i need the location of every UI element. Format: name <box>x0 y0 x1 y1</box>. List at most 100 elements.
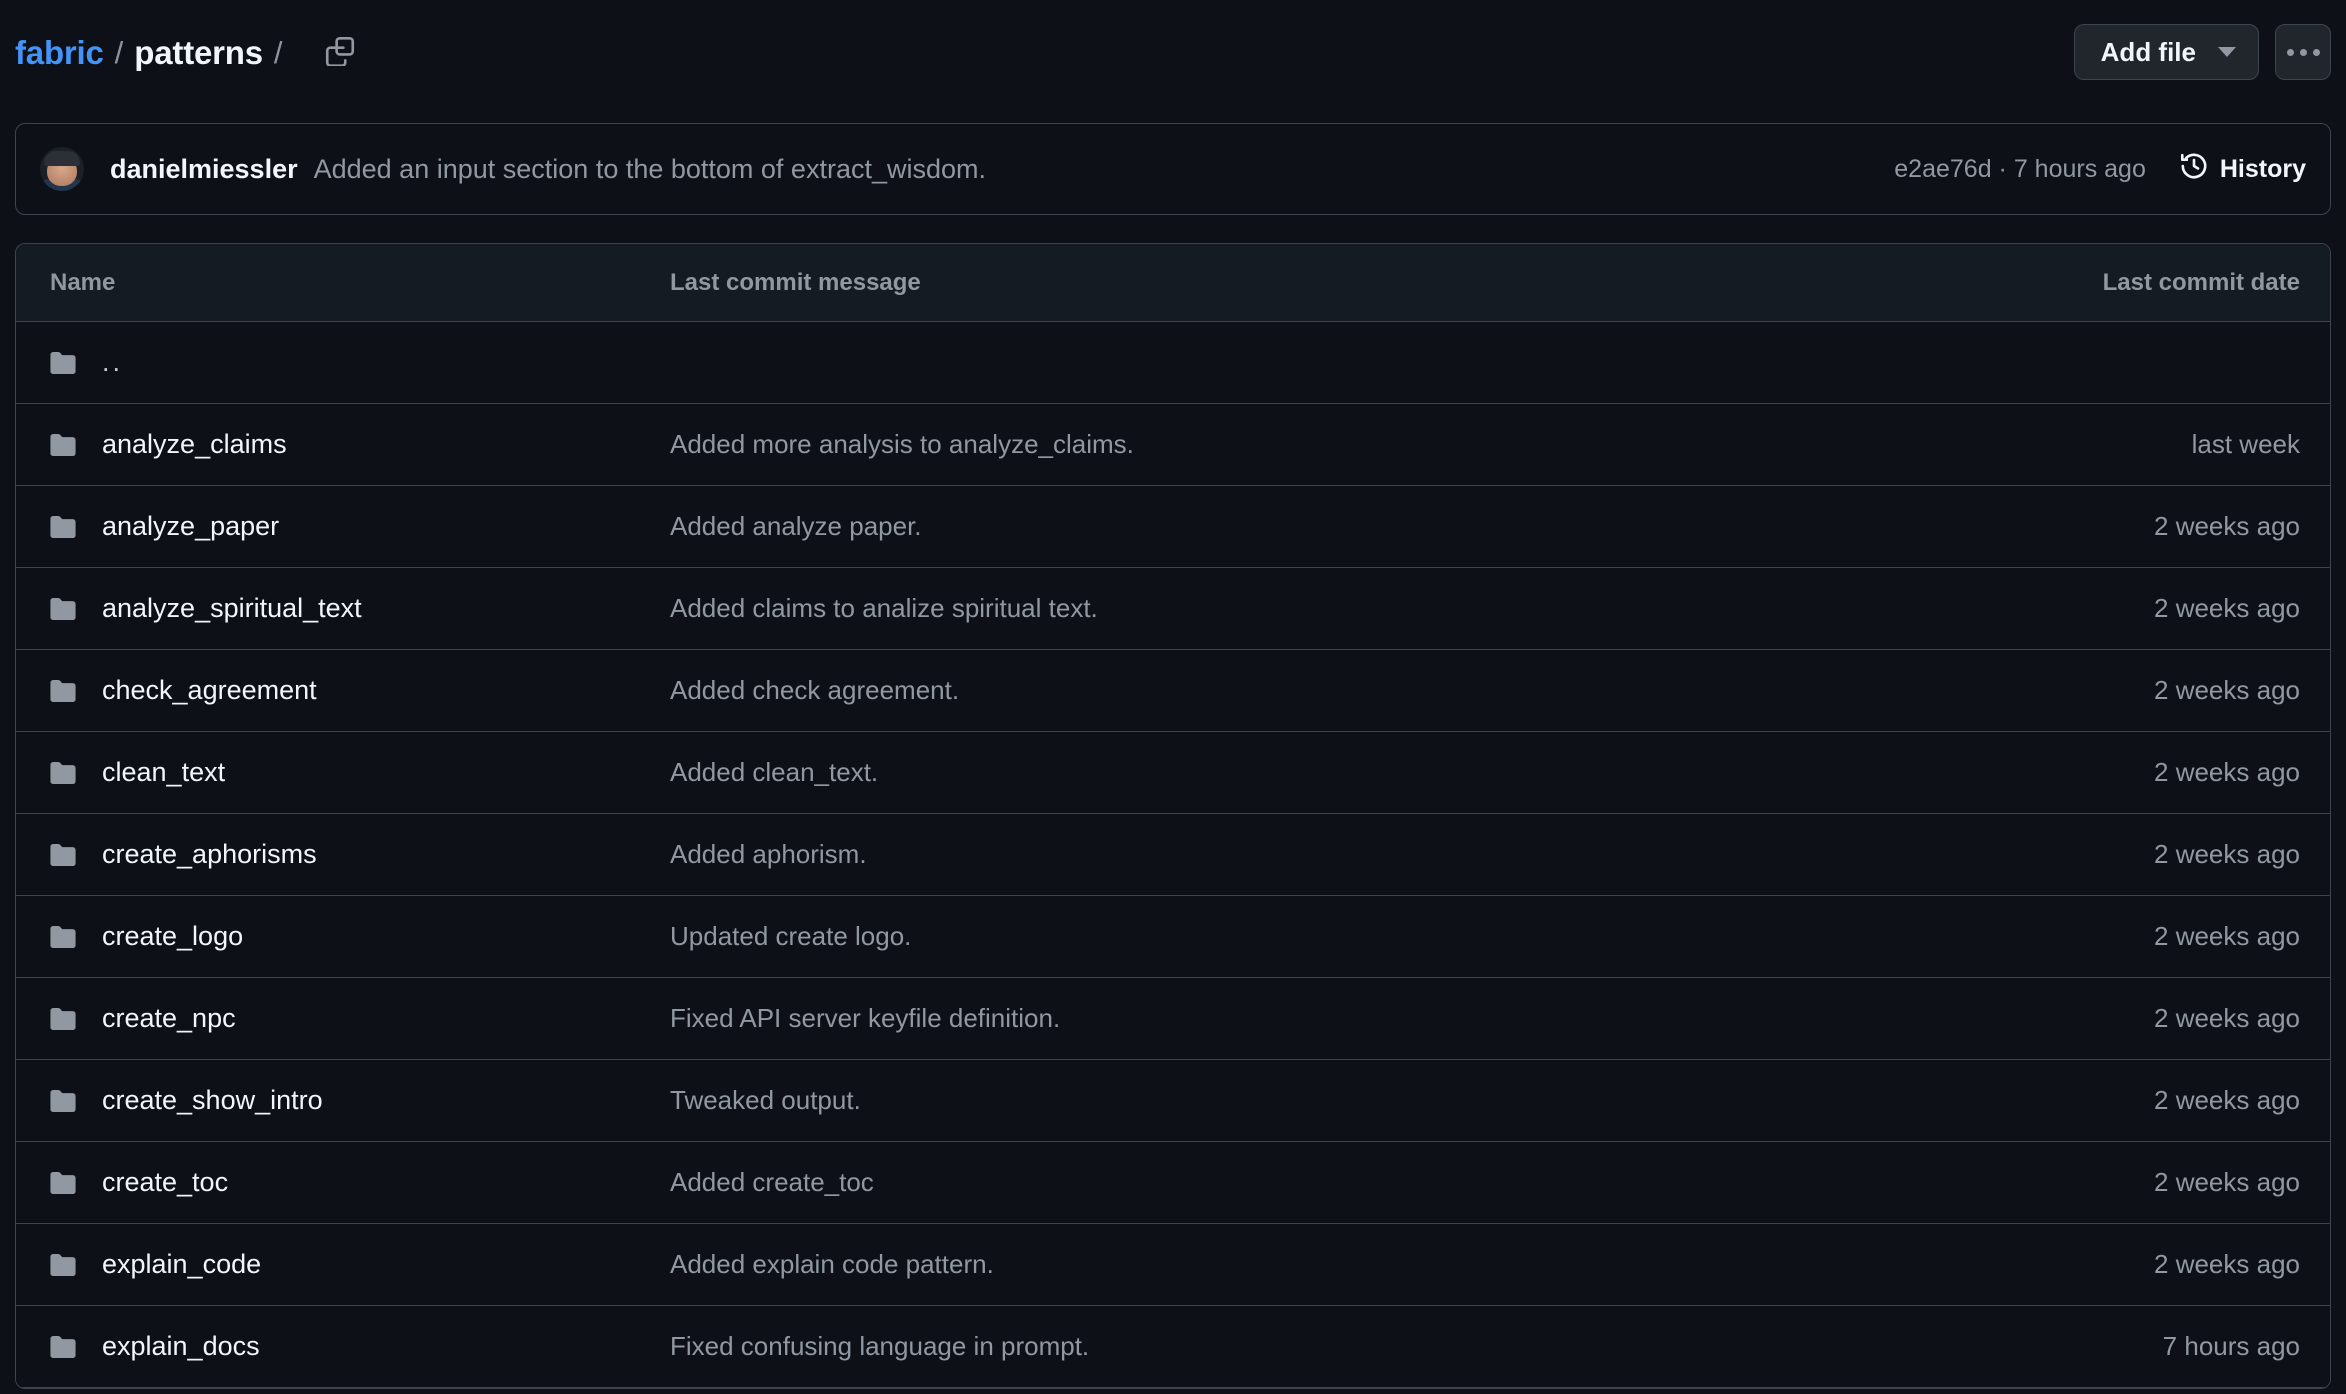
table-row[interactable]: explain_docs Fixed confusing language in … <box>16 1306 2330 1388</box>
commit-sha-and-time: e2ae76d · 7 hours ago <box>1894 155 2146 184</box>
table-row[interactable]: create_aphorisms Added aphorism.2 weeks a… <box>16 814 2330 896</box>
commit-meta-group: e2ae76d · 7 hours ago History <box>1894 152 2306 187</box>
folder-icon <box>50 516 76 538</box>
cell-name: clean_text <box>50 757 670 788</box>
cell-last-commit-date: 2 weeks ago <box>1920 1249 2300 1280</box>
column-header-last-commit-message: Last commit message <box>670 269 1920 297</box>
column-header-name: Name <box>50 269 670 297</box>
file-name-link[interactable]: create_npc <box>102 1003 236 1034</box>
commit-meta-separator: · <box>1992 155 2014 183</box>
copy-icon <box>325 36 355 69</box>
folder-icon <box>50 434 76 456</box>
breadcrumb-separator: / <box>104 37 135 68</box>
cell-last-commit-date: 7 hours ago <box>1920 1331 2300 1362</box>
cell-name: create_aphorisms <box>50 839 670 870</box>
cell-last-commit-message[interactable]: Added check agreement. <box>670 675 1920 706</box>
table-row[interactable]: create_logo Updated create logo.2 weeks a… <box>16 896 2330 978</box>
commit-message-link[interactable]: Added an input section to the bottom of … <box>314 154 986 185</box>
cell-last-commit-message[interactable]: Updated create logo. <box>670 921 1920 952</box>
cell-last-commit-date: last week <box>1920 429 2300 460</box>
copy-path-button[interactable] <box>316 28 364 76</box>
folder-icon <box>50 598 76 620</box>
cell-name: create_show_intro <box>50 1085 670 1116</box>
file-name-link[interactable]: .. <box>102 347 123 378</box>
file-name-link[interactable]: create_aphorisms <box>102 839 317 870</box>
cell-last-commit-date: 2 weeks ago <box>1920 1085 2300 1116</box>
file-name-link[interactable]: create_toc <box>102 1167 228 1198</box>
cell-last-commit-date: 2 weeks ago <box>1920 1003 2300 1034</box>
file-name-link[interactable]: analyze_spiritual_text <box>102 593 362 624</box>
table-row[interactable]: create_toc Added create_toc2 weeks ago <box>16 1142 2330 1224</box>
table-row[interactable]: explain_code Added explain code pattern.2… <box>16 1224 2330 1306</box>
repo-path-header: fabric / patterns / Add file <box>0 0 2346 104</box>
commit-author-link[interactable]: danielmiessler <box>110 154 298 185</box>
cell-last-commit-message[interactable]: Added explain code pattern. <box>670 1249 1920 1280</box>
cell-last-commit-message[interactable]: Tweaked output. <box>670 1085 1920 1116</box>
cell-last-commit-date: 2 weeks ago <box>1920 921 2300 952</box>
cell-name: create_logo <box>50 921 670 952</box>
table-row[interactable]: check_agreement Added check agreement.2 w… <box>16 650 2330 732</box>
cell-name: create_npc <box>50 1003 670 1034</box>
file-name-link[interactable]: explain_docs <box>102 1331 260 1362</box>
breadcrumb: fabric / patterns / <box>15 36 294 69</box>
cell-name: analyze_spiritual_text <box>50 593 670 624</box>
history-link[interactable]: History <box>2180 152 2306 187</box>
history-clock-icon <box>2180 152 2208 187</box>
cell-last-commit-message[interactable]: Added claims to analize spiritual text. <box>670 593 1920 624</box>
header-actions: Add file <box>2074 24 2331 80</box>
cell-last-commit-date: 2 weeks ago <box>1920 675 2300 706</box>
table-row[interactable]: analyze_paper Added analyze paper.2 weeks… <box>16 486 2330 568</box>
file-name-link[interactable]: explain_code <box>102 1249 261 1280</box>
add-file-button[interactable]: Add file <box>2074 24 2259 80</box>
commit-sha[interactable]: e2ae76d <box>1894 155 1991 183</box>
cell-name: .. <box>50 347 670 378</box>
cell-name: analyze_claims <box>50 429 670 460</box>
file-name-link[interactable]: analyze_paper <box>102 511 279 542</box>
table-row-parent-directory[interactable]: .. <box>16 322 2330 404</box>
folder-icon <box>50 1172 76 1194</box>
avatar-cap <box>44 151 80 166</box>
commit-relative-time: 7 hours ago <box>2014 155 2146 183</box>
latest-commit-bar: danielmiessler Added an input section to… <box>15 123 2331 215</box>
breadcrumb-repo-link[interactable]: fabric <box>15 36 104 69</box>
folder-icon <box>50 1254 76 1276</box>
cell-last-commit-message[interactable]: Added aphorism. <box>670 839 1920 870</box>
cell-last-commit-message[interactable]: Added analyze paper. <box>670 511 1920 542</box>
cell-last-commit-date: 2 weeks ago <box>1920 511 2300 542</box>
folder-icon <box>50 352 76 374</box>
chevron-down-icon <box>2218 47 2236 57</box>
cell-name: explain_docs <box>50 1331 670 1362</box>
folder-icon <box>50 762 76 784</box>
breadcrumb-current-folder[interactable]: patterns <box>134 36 263 69</box>
cell-last-commit-date: 2 weeks ago <box>1920 593 2300 624</box>
cell-last-commit-date: 2 weeks ago <box>1920 1167 2300 1198</box>
avatar[interactable] <box>40 147 84 191</box>
cell-name: create_toc <box>50 1167 670 1198</box>
folder-icon <box>50 680 76 702</box>
cell-name: analyze_paper <box>50 511 670 542</box>
breadcrumb-trailing-separator: / <box>263 37 294 68</box>
cell-last-commit-date: 2 weeks ago <box>1920 839 2300 870</box>
table-row[interactable]: create_npc Fixed API server keyfile defin… <box>16 978 2330 1060</box>
kebab-dot-icon <box>2300 49 2307 56</box>
table-row[interactable]: clean_textAdded clean_text.2 weeks ago <box>16 732 2330 814</box>
table-row[interactable]: analyze_spiritual_text Added claims to an… <box>16 568 2330 650</box>
table-header-row: Name Last commit message Last commit dat… <box>16 244 2330 322</box>
cell-last-commit-message[interactable]: Fixed confusing language in prompt. <box>670 1331 1920 1362</box>
file-name-link[interactable]: clean_text <box>102 757 225 788</box>
cell-last-commit-message[interactable]: Added more analysis to analyze_claims. <box>670 429 1920 460</box>
cell-last-commit-message[interactable]: Added clean_text. <box>670 757 1920 788</box>
file-name-link[interactable]: create_show_intro <box>102 1085 323 1116</box>
file-name-link[interactable]: analyze_claims <box>102 429 287 460</box>
table-row[interactable]: create_show_intro Tweaked output.2 weeks … <box>16 1060 2330 1142</box>
file-name-link[interactable]: check_agreement <box>102 675 317 706</box>
table-row[interactable]: analyze_claims Added more analysis to ana… <box>16 404 2330 486</box>
cell-last-commit-message[interactable]: Added create_toc <box>670 1167 1920 1198</box>
folder-icon <box>50 1008 76 1030</box>
more-options-button[interactable] <box>2275 24 2331 80</box>
kebab-dot-icon <box>2287 49 2294 56</box>
cell-last-commit-message[interactable]: Fixed API server keyfile definition. <box>670 1003 1920 1034</box>
file-name-link[interactable]: create_logo <box>102 921 243 952</box>
table-body: .. analyze_claims Added more analysis to a… <box>16 322 2330 1388</box>
file-listing-table: Name Last commit message Last commit dat… <box>15 243 2331 1389</box>
